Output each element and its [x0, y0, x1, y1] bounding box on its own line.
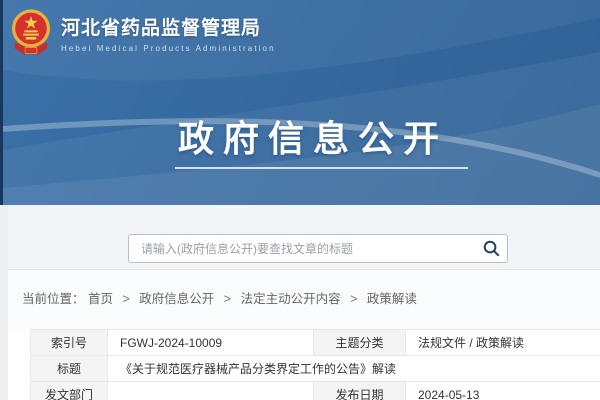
breadcrumb-item-info-disclosure[interactable]: 政府信息公开: [139, 292, 214, 306]
search-box: [128, 234, 508, 263]
page-left-edge: [0, 205, 8, 400]
publish-date-value: 2024-05-13: [406, 382, 600, 400]
breadcrumb-separator: >: [224, 292, 231, 306]
search-input[interactable]: [129, 242, 475, 256]
issuing-department-value: [108, 382, 314, 400]
table-row: 发文部门 发布日期 2024-05-13: [31, 382, 600, 400]
issuing-department-label: 发文部门: [31, 382, 108, 400]
site-subtitle: Hebei Medical Products Administration: [61, 44, 276, 53]
breadcrumb-separator: >: [123, 292, 130, 306]
breadcrumb-band: 当前位置： 首页 > 政府信息公开 > 法定主动公开内容 > 政策解读: [0, 271, 600, 330]
breadcrumb-label: 当前位置：: [22, 292, 85, 306]
publish-date-label: 发布日期: [314, 382, 406, 400]
site-title: 河北省药品监督管理局: [61, 13, 276, 40]
breadcrumb-item-statutory-content[interactable]: 法定主动公开内容: [241, 292, 341, 306]
table-row: 索引号 FGWJ-2024-10009 主题分类 法规文件 / 政策解读: [31, 330, 600, 356]
search-button[interactable]: [475, 235, 507, 262]
national-emblem-icon: [10, 8, 52, 58]
breadcrumb-item-policy-interpretation[interactable]: 政策解读: [367, 292, 417, 306]
breadcrumb: 当前位置： 首页 > 政府信息公开 > 法定主动公开内容 > 政策解读: [22, 288, 417, 307]
site-banner: 河北省药品监督管理局 Hebei Medical Products Admini…: [0, 0, 600, 205]
subject-category-label: 主题分类: [314, 330, 406, 356]
breadcrumb-item-home[interactable]: 首页: [88, 292, 113, 306]
search-icon: [482, 239, 501, 258]
subject-category-value: 法规文件 / 政策解读: [406, 330, 600, 356]
document-info-table: 索引号 FGWJ-2024-10009 主题分类 法规文件 / 政策解读 标题 …: [30, 329, 600, 400]
breadcrumb-separator: >: [350, 292, 357, 306]
banner-underline: [175, 167, 468, 169]
index-number-value: FGWJ-2024-10009: [108, 330, 314, 356]
site-header: 河北省药品监督管理局 Hebei Medical Products Admini…: [10, 8, 276, 58]
page-banner-title: 政府信息公开: [3, 110, 600, 162]
title-value: 《关于规范医疗器械产品分类界定工作的公告》解读: [108, 356, 600, 382]
search-band: [0, 205, 600, 270]
title-label: 标题: [31, 356, 108, 382]
index-number-label: 索引号: [31, 330, 108, 356]
table-row: 标题 《关于规范医疗器械产品分类界定工作的公告》解读: [31, 356, 600, 382]
